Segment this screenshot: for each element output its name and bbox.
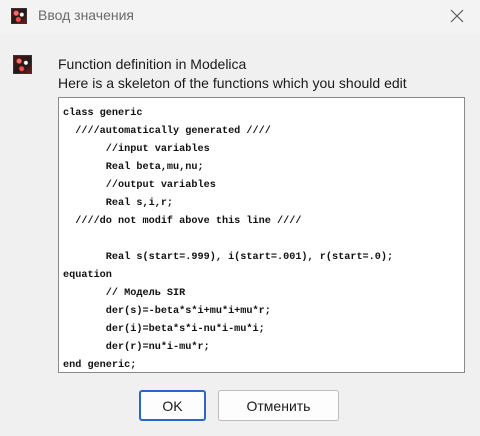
message-icon	[13, 55, 32, 74]
message-subheading: Here is a skeleton of the functions whic…	[58, 75, 407, 91]
ok-button[interactable]: OK	[139, 390, 206, 421]
code-text[interactable]: class generic ////automatically generate…	[59, 98, 464, 372]
dialog-window: Ввод значения Function definition in Mod…	[0, 0, 480, 436]
message-heading: Function definition in Modelica	[58, 56, 247, 72]
cancel-button[interactable]: Отменить	[218, 390, 339, 421]
app-icon	[11, 8, 27, 24]
title-bar[interactable]: Ввод значения	[0, 0, 480, 34]
code-editor[interactable]: class generic ////automatically generate…	[58, 97, 465, 373]
close-button[interactable]	[444, 5, 470, 29]
close-icon	[450, 9, 464, 23]
window-title: Ввод значения	[38, 7, 134, 23]
